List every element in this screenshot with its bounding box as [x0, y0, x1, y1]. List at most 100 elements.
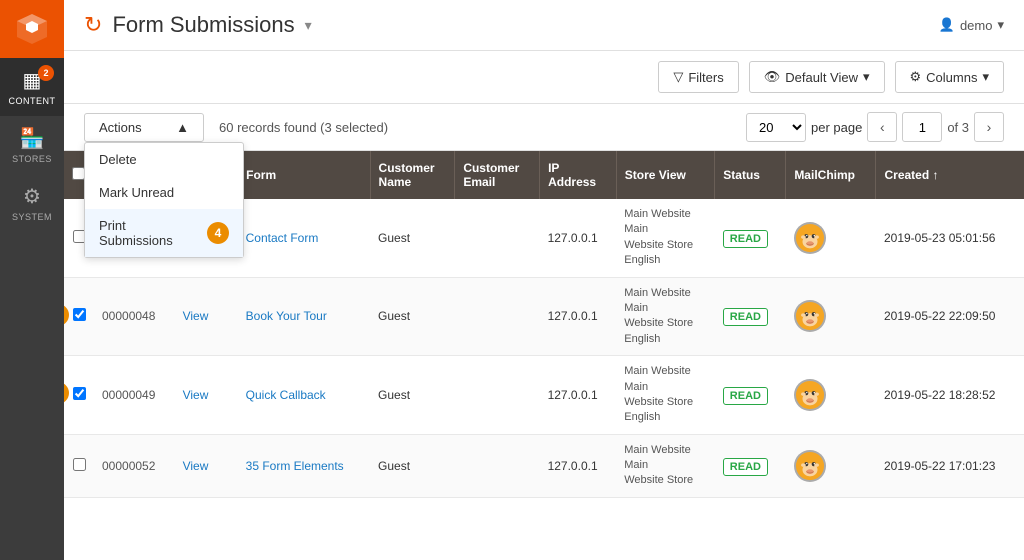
row-action: View: [175, 434, 238, 497]
page-number-input[interactable]: [902, 112, 942, 142]
status-badge: READ: [723, 458, 768, 476]
form-link[interactable]: Quick Callback: [246, 388, 326, 402]
view-link[interactable]: View: [183, 459, 209, 473]
row-store-view: Main WebsiteMainWebsite StoreEnglish: [616, 277, 715, 356]
sidebar: ▦ CONTENT 2 🏪 STORES ⚙ SYSTEM: [0, 0, 64, 560]
row-form: 35 Form Elements: [238, 434, 370, 497]
view-link[interactable]: View: [183, 309, 209, 323]
row-action: View: [175, 277, 238, 356]
row-form: Contact Form: [238, 199, 370, 277]
col-form: Form: [238, 151, 370, 199]
sidebar-system-label: SYSTEM: [12, 212, 52, 222]
user-icon: 👤: [939, 17, 955, 33]
mailchimp-icon: [794, 379, 826, 411]
default-view-button[interactable]: 👁 Default View ▾: [749, 61, 885, 93]
row-checkbox[interactable]: [73, 458, 86, 471]
row-customer-email: [455, 199, 540, 277]
row-customer-email: [455, 434, 540, 497]
row-customer-email: [455, 277, 540, 356]
table-row: 300000048 View Book Your Tour Guest 127.0.0.…: [64, 277, 1024, 356]
sort-icon: ↑: [933, 168, 939, 182]
row-id: 00000048: [94, 277, 175, 356]
row-status: READ: [715, 199, 786, 277]
actions-arrow-icon: ▲: [176, 120, 189, 135]
dropdown-item-delete[interactable]: Delete: [85, 143, 243, 176]
sidebar-item-content[interactable]: ▦ CONTENT 2: [0, 58, 64, 116]
row-ip: 127.0.0.1: [540, 434, 617, 497]
col-customer-email: CustomerEmail: [455, 151, 540, 199]
row-mailchimp: [786, 356, 876, 435]
print-submissions-label: Print Submissions: [99, 218, 199, 248]
logo: [0, 0, 64, 58]
row-checkbox-cell: 3: [64, 277, 94, 356]
row-checkbox-cell: 3: [64, 356, 94, 435]
row-customer-name: Guest: [370, 356, 455, 435]
row-created: 2019-05-22 17:01:23: [876, 434, 1024, 497]
prev-page-button[interactable]: ‹: [867, 112, 897, 142]
row-created: 2019-05-22 18:28:52: [876, 356, 1024, 435]
form-link[interactable]: 35 Form Elements: [246, 459, 344, 473]
row-status: READ: [715, 434, 786, 497]
mailchimp-icon: [794, 450, 826, 482]
system-icon: ⚙: [23, 184, 41, 209]
col-ip: IPAddress: [540, 151, 617, 199]
row-status: READ: [715, 356, 786, 435]
col-customer-name: CustomerName: [370, 151, 455, 199]
row-form: Book Your Tour: [238, 277, 370, 356]
page-total: of 3: [947, 120, 969, 135]
status-badge: READ: [723, 230, 768, 248]
print-step-badge: 4: [207, 222, 229, 244]
sidebar-item-stores[interactable]: 🏪 STORES: [0, 116, 64, 174]
sidebar-stores-label: STORES: [12, 154, 52, 164]
records-info: 60 records found (3 selected): [219, 120, 388, 135]
sidebar-content-label: CONTENT: [9, 96, 56, 106]
row-customer-name: Guest: [370, 277, 455, 356]
stores-icon: 🏪: [20, 126, 45, 151]
pagination-area: 20 50 100 per page ‹ of 3 ›: [746, 112, 1004, 142]
row-store-view: Main WebsiteMainWebsite StoreEnglish: [616, 199, 715, 277]
form-link[interactable]: Contact Form: [246, 231, 319, 245]
title-dropdown-arrow[interactable]: ▾: [305, 17, 312, 34]
columns-button[interactable]: ⚙ Columns ▾: [895, 61, 1004, 93]
col-mailchimp: MailChimp: [786, 151, 876, 199]
row-customer-email: [455, 356, 540, 435]
actions-dropdown-menu: Delete Mark Unread Print Submissions 4: [84, 142, 244, 258]
row-created: 2019-05-23 05:01:56: [876, 199, 1024, 277]
next-icon: ›: [987, 119, 992, 135]
row-status: READ: [715, 277, 786, 356]
row-step-badge: 3: [64, 382, 69, 404]
next-page-button[interactable]: ›: [974, 112, 1004, 142]
row-mailchimp: [786, 434, 876, 497]
table-row: 00000052View35 Form ElementsGuest127.0.0…: [64, 434, 1024, 497]
status-badge: READ: [723, 308, 768, 326]
mark-unread-label: Mark Unread: [99, 185, 174, 200]
view-link[interactable]: View: [183, 388, 209, 402]
sidebar-item-system[interactable]: ⚙ SYSTEM: [0, 174, 64, 232]
eye-icon: 👁: [764, 69, 781, 85]
page-title: Form Submissions: [112, 12, 294, 38]
columns-label: Columns: [926, 70, 977, 85]
dropdown-item-mark-unread[interactable]: Mark Unread: [85, 176, 243, 209]
row-ip: 127.0.0.1: [540, 277, 617, 356]
per-page-select[interactable]: 20 50 100: [746, 113, 806, 142]
view-label: Default View: [785, 70, 858, 85]
col-created[interactable]: Created ↑: [876, 151, 1024, 199]
mailchimp-icon: [794, 222, 826, 254]
status-badge: READ: [723, 387, 768, 405]
row-checkbox[interactable]: [73, 387, 86, 400]
row-ip: 127.0.0.1: [540, 199, 617, 277]
row-checkbox[interactable]: [73, 308, 86, 321]
row-checkbox-cell: [64, 434, 94, 497]
row-id: 00000052: [94, 434, 175, 497]
toolbar: ▽ Filters 👁 Default View ▾ ⚙ Columns ▾: [64, 51, 1024, 104]
form-link[interactable]: Book Your Tour: [246, 309, 327, 323]
user-dropdown-arrow: ▾: [997, 17, 1004, 33]
dropdown-item-print[interactable]: Print Submissions 4: [85, 209, 243, 257]
filter-icon: ▽: [673, 69, 683, 85]
actions-button[interactable]: Actions ▲: [84, 113, 204, 142]
row-created: 2019-05-22 22:09:50: [876, 277, 1024, 356]
user-menu[interactable]: 👤 demo ▾: [939, 17, 1004, 33]
col-store-view: Store View: [616, 151, 715, 199]
row-action: View: [175, 356, 238, 435]
filter-button[interactable]: ▽ Filters: [658, 61, 738, 93]
